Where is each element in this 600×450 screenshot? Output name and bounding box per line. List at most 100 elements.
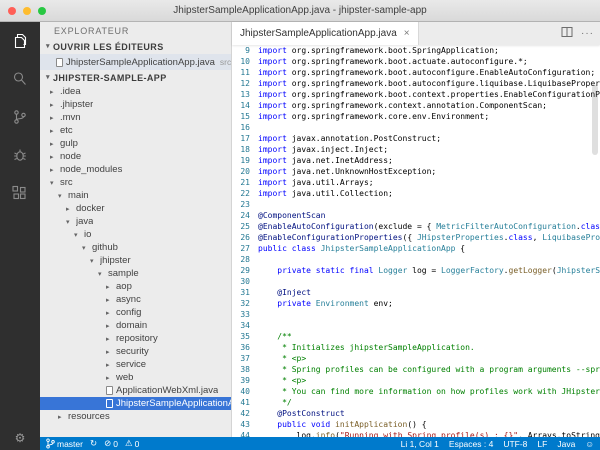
language-mode[interactable]: Java [557,439,575,449]
zoom-window-button[interactable] [38,7,46,15]
code-line[interactable]: 16 [232,122,600,133]
tree-item-label: config [116,307,141,318]
code-line[interactable]: 9import org.springframework.boot.SpringA… [232,45,600,56]
tree-item[interactable]: ▸resources [40,410,231,423]
tree-item[interactable]: ▾sample [40,267,231,280]
feedback-smiley-icon[interactable]: ☺ [585,439,594,449]
source-control-icon[interactable] [0,98,40,136]
code-line[interactable]: 17import javax.annotation.PostConstruct; [232,133,600,144]
indentation-indicator[interactable]: Espaces : 4 [449,439,493,449]
tree-item-label: sample [108,268,139,279]
line-number: 23 [232,199,258,210]
tree-item-label: java [76,216,93,227]
tree-item[interactable]: ▸repository [40,332,231,345]
tree-item[interactable]: ▾src [40,176,231,189]
code-line[interactable]: 26@EnableConfigurationProperties({ JHips… [232,232,600,243]
sync-icon[interactable]: ↻ [90,438,97,449]
code-line[interactable]: 23 [232,199,600,210]
tree-item-label: domain [116,320,147,331]
tree-item[interactable]: ▸docker [40,202,231,215]
cursor-position[interactable]: Li 1, Col 1 [401,439,439,449]
code-line[interactable]: 28 [232,254,600,265]
code-line[interactable]: 40 * You can find more information on ho… [232,386,600,397]
close-icon[interactable]: × [404,28,410,39]
tree-item[interactable]: ▸node [40,150,231,163]
minimize-window-button[interactable] [23,7,31,15]
warnings-indicator[interactable]: ⚠ 0 [125,438,139,449]
tree-item[interactable]: ▾java [40,215,231,228]
code-line[interactable]: 10import org.springframework.boot.actuat… [232,56,600,67]
errors-indicator[interactable]: ⊘ 0 [104,438,118,449]
tree-item[interactable]: ▾github [40,241,231,254]
close-window-button[interactable] [8,7,16,15]
tree-item[interactable]: ▾jhipster [40,254,231,267]
tree-item[interactable]: ▸web [40,371,231,384]
code-line[interactable]: 38 * Spring profiles can be configured w… [232,364,600,375]
code-line[interactable]: 14import org.springframework.context.ann… [232,100,600,111]
code-line[interactable]: 18import javax.inject.Inject; [232,144,600,155]
code-line[interactable]: 43 public void initApplication() { [232,419,600,430]
code-text: import org.springframework.core.env.Envi… [258,111,600,122]
tree-item[interactable]: ▸.mvn [40,111,231,124]
code-line[interactable]: 31 @Inject [232,287,600,298]
code-line[interactable]: 21import java.util.Arrays; [232,177,600,188]
code-line[interactable]: 30 [232,276,600,287]
tree-item[interactable]: ▸etc [40,124,231,137]
tree-item[interactable]: ▸service [40,358,231,371]
tree-item[interactable]: ▸config [40,306,231,319]
tree-item[interactable]: ▸security [40,345,231,358]
code-line[interactable]: 35 /** [232,331,600,342]
search-icon[interactable] [0,60,40,98]
tree-item[interactable]: JhipsterSampleApplicationApp.java [40,397,231,410]
code-line[interactable]: 15import org.springframework.core.env.En… [232,111,600,122]
debug-icon[interactable] [0,136,40,174]
code-line[interactable]: 20import java.net.UnknownHostException; [232,166,600,177]
line-number: 36 [232,342,258,353]
editor-tab[interactable]: JhipsterSampleApplicationApp.java × [232,22,419,45]
code-line[interactable]: 24@ComponentScan [232,210,600,221]
tree-item[interactable]: ▸async [40,293,231,306]
code-line[interactable]: 37 * <p> [232,353,600,364]
code-line[interactable]: 44 log.info("Running with Spring profile… [232,430,600,437]
code-line[interactable]: 27public class JhipsterSampleApplication… [232,243,600,254]
code-line[interactable]: 36 * Initializes jhipsterSampleApplicati… [232,342,600,353]
code-line[interactable]: 39 * <p> [232,375,600,386]
editor-scrollbar[interactable] [592,85,598,155]
code-line[interactable]: 11import org.springframework.boot.autoco… [232,67,600,78]
code-line[interactable]: 12import org.springframework.boot.autoco… [232,78,600,89]
split-editor-icon[interactable] [561,25,573,43]
git-branch-indicator[interactable]: master [46,438,83,449]
tree-item[interactable]: ▸.jhipster [40,98,231,111]
code-line[interactable]: 29 private static final Logger log = Log… [232,265,600,276]
tree-item[interactable]: ▸node_modules [40,163,231,176]
tree-item[interactable]: ▸domain [40,319,231,332]
more-actions-icon[interactable]: ··· [581,30,594,38]
tree-item[interactable]: ApplicationWebXml.java [40,384,231,397]
project-root-header[interactable]: ▾ JHIPSTER-SAMPLE-APP [40,70,231,85]
code-line[interactable]: 41 */ [232,397,600,408]
code-line[interactable]: 13import org.springframework.boot.contex… [232,89,600,100]
tree-item[interactable]: ▸aop [40,280,231,293]
code-line[interactable]: 22import java.util.Collection; [232,188,600,199]
code-line[interactable]: 19import java.net.InetAddress; [232,155,600,166]
line-number: 38 [232,364,258,375]
code-line[interactable]: 42 @PostConstruct [232,408,600,419]
explorer-icon[interactable] [0,22,40,60]
open-editors-header[interactable]: ▾ OUVRIR LES ÉDITEURS [40,40,231,54]
tree-item[interactable]: ▸gulp [40,137,231,150]
tree-item-label: async [116,294,141,305]
tree-item[interactable]: ▾io [40,228,231,241]
tree-item[interactable]: ▸.idea [40,85,231,98]
extensions-icon[interactable] [0,174,40,212]
tree-item-label: .idea [60,86,81,97]
code-line[interactable]: 32 private Environment env; [232,298,600,309]
code-line[interactable]: 34 [232,320,600,331]
open-editor-item[interactable]: JhipsterSampleApplicationApp.java src/m.… [40,54,231,70]
eol-indicator[interactable]: LF [537,439,547,449]
code-line[interactable]: 33 [232,309,600,320]
open-editor-path: src/m... [220,57,231,67]
tree-item[interactable]: ▾main [40,189,231,202]
settings-gear-icon[interactable]: ⚙ [0,426,40,450]
encoding-indicator[interactable]: UTF-8 [503,439,527,449]
code-line[interactable]: 25@EnableAutoConfiguration(exclude = { M… [232,221,600,232]
